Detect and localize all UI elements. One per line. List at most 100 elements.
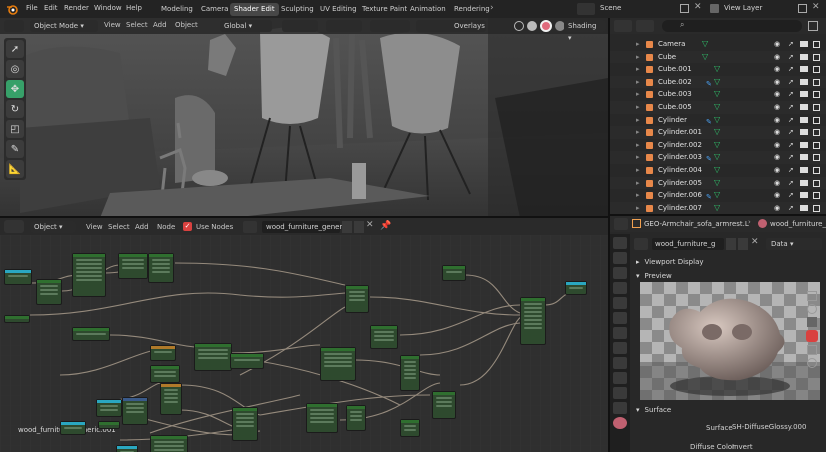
select-arrow-icon[interactable]: ➚ <box>788 38 794 51</box>
wireframe-shading-icon[interactable] <box>514 21 524 31</box>
node-header[interactable] <box>371 326 397 329</box>
outliner-row[interactable]: ▸ Cylinder.002 ▽ ◉ ➚ <box>610 138 826 152</box>
chevron-right-icon[interactable]: ▸ <box>636 202 640 214</box>
menu-select[interactable]: Select <box>126 21 148 29</box>
node-header[interactable] <box>37 280 61 283</box>
shader-node[interactable] <box>148 253 174 283</box>
outliner-row[interactable]: ▸ Cylinder.005 ▽ ◉ ➚ <box>610 176 826 190</box>
editor-type-icon[interactable] <box>614 218 628 230</box>
chevron-right-icon[interactable]: › <box>490 3 494 13</box>
shader-node[interactable] <box>60 421 86 435</box>
outliner-row[interactable]: ▸ Cube.002 ✎ ▽ ◉ ➚ <box>610 75 826 89</box>
material-slot-icon[interactable] <box>243 221 257 233</box>
visibility-eye-icon[interactable]: ◉ <box>774 51 780 64</box>
fake-user-icon[interactable] <box>342 221 352 233</box>
view-layer-name[interactable]: View Layer <box>724 4 762 12</box>
material-name-field[interactable]: wood_furniture_generi <box>262 221 344 233</box>
menu-object[interactable]: Object <box>175 21 198 29</box>
visibility-eye-icon[interactable]: ◉ <box>774 126 780 139</box>
move-tool-icon[interactable]: ✥ <box>6 80 24 98</box>
select-arrow-icon[interactable]: ➚ <box>788 101 794 114</box>
node-header[interactable] <box>61 422 85 425</box>
tab-modeling[interactable]: Modeling <box>157 3 197 16</box>
object-name[interactable]: Cube.002 <box>658 76 692 89</box>
node-header[interactable] <box>123 398 147 401</box>
menu-view[interactable]: View <box>86 223 103 231</box>
tool-tab-icon[interactable] <box>613 237 627 249</box>
node-header[interactable] <box>5 316 29 319</box>
search-input[interactable]: ⌕ <box>662 20 802 32</box>
node-header[interactable] <box>117 446 137 449</box>
chevron-right-icon[interactable]: ▸ <box>636 189 640 202</box>
holdout-icon[interactable] <box>813 66 820 74</box>
holdout-icon[interactable] <box>813 129 820 137</box>
object-name[interactable]: Cylinder.005 <box>658 177 702 190</box>
visibility-eye-icon[interactable]: ◉ <box>774 114 780 127</box>
render-tab-icon[interactable] <box>613 252 627 264</box>
holdout-icon[interactable] <box>813 179 820 187</box>
outliner-row[interactable]: ▸ Cylinder.004 ▽ ◉ ➚ <box>610 164 826 177</box>
pivot-dropdown[interactable] <box>282 20 318 32</box>
select-arrow-icon[interactable]: ➚ <box>788 126 794 139</box>
preview-monkey-icon[interactable] <box>806 330 818 342</box>
shader-node[interactable] <box>150 345 176 361</box>
render-camera-icon[interactable] <box>800 167 808 173</box>
shader-node[interactable] <box>160 383 182 415</box>
menu-view[interactable]: View <box>104 21 121 29</box>
visibility-eye-icon[interactable]: ◉ <box>774 202 780 214</box>
output-tab-icon[interactable] <box>613 267 627 279</box>
menu-file[interactable]: File <box>26 4 38 12</box>
copy-icon[interactable] <box>354 221 364 233</box>
shading-dropdown[interactable]: Shading ▾ <box>564 20 606 42</box>
node-header[interactable] <box>151 366 179 369</box>
preview-sphere-icon[interactable] <box>807 304 817 314</box>
shader-node[interactable] <box>232 407 258 441</box>
material-browse-icon[interactable] <box>634 238 648 250</box>
shader-node[interactable] <box>432 391 456 419</box>
holdout-icon[interactable] <box>813 204 820 212</box>
render-camera-icon[interactable] <box>800 204 808 211</box>
chevron-right-icon[interactable]: ▸ <box>636 101 640 114</box>
render-camera-icon[interactable] <box>800 41 808 47</box>
shader-node[interactable] <box>520 297 546 345</box>
cursor-3d-icon[interactable]: ◎ <box>6 60 24 78</box>
tab-animation[interactable]: Animation <box>406 3 450 16</box>
object-name[interactable]: Cube.001 <box>658 63 692 76</box>
shader-node[interactable] <box>230 353 264 369</box>
link-dropdown[interactable]: Data ▾ <box>766 238 822 250</box>
render-camera-icon[interactable] <box>800 66 808 73</box>
view-layer-icon[interactable] <box>710 4 719 13</box>
node-header[interactable] <box>433 392 455 395</box>
tab-shader-edit[interactable]: Shader Edit <box>230 3 279 16</box>
tab-sculpting[interactable]: Sculpting <box>277 3 318 16</box>
node-header[interactable] <box>195 344 231 347</box>
pin-icon[interactable]: 📌 <box>380 221 391 231</box>
shader-node[interactable] <box>320 347 356 381</box>
shader-node[interactable] <box>306 403 338 433</box>
holdout-icon[interactable] <box>813 91 820 99</box>
node-header[interactable] <box>149 254 173 257</box>
node-header[interactable] <box>119 254 147 257</box>
holdout-icon[interactable] <box>813 41 820 48</box>
use-nodes-checkbox[interactable]: ✓ <box>183 222 192 231</box>
node-header[interactable] <box>321 348 355 351</box>
mode-dropdown[interactable]: Object Mode ▾ <box>30 20 98 32</box>
object-name[interactable]: Cylinder.001 <box>658 126 702 139</box>
outliner-row[interactable]: ▸ Cylinder ✎ ▽ ◉ ➚ <box>610 113 826 127</box>
select-arrow-icon[interactable]: ➚ <box>788 76 794 89</box>
transform-orientation-dropdown[interactable]: Global ▾ <box>220 20 272 32</box>
tab-texture-paint[interactable]: Texture Paint <box>358 3 411 16</box>
shader-node[interactable] <box>400 419 420 437</box>
editor-type-icon[interactable] <box>614 20 632 32</box>
material-tab-icon[interactable] <box>613 417 627 429</box>
outliner-row[interactable]: ▸ Cylinder.001 ▽ ◉ ➚ <box>610 126 826 139</box>
visibility-eye-icon[interactable]: ◉ <box>774 164 780 177</box>
chevron-right-icon[interactable]: ▸ <box>636 139 640 152</box>
copy-icon[interactable] <box>680 4 689 13</box>
preview-cube-icon[interactable] <box>807 317 817 327</box>
node-header[interactable] <box>97 400 121 403</box>
select-arrow-icon[interactable]: ➚ <box>788 177 794 190</box>
select-arrow-icon[interactable]: ➚ <box>788 202 794 214</box>
node-header[interactable] <box>151 436 187 439</box>
shader-node[interactable] <box>370 325 398 349</box>
